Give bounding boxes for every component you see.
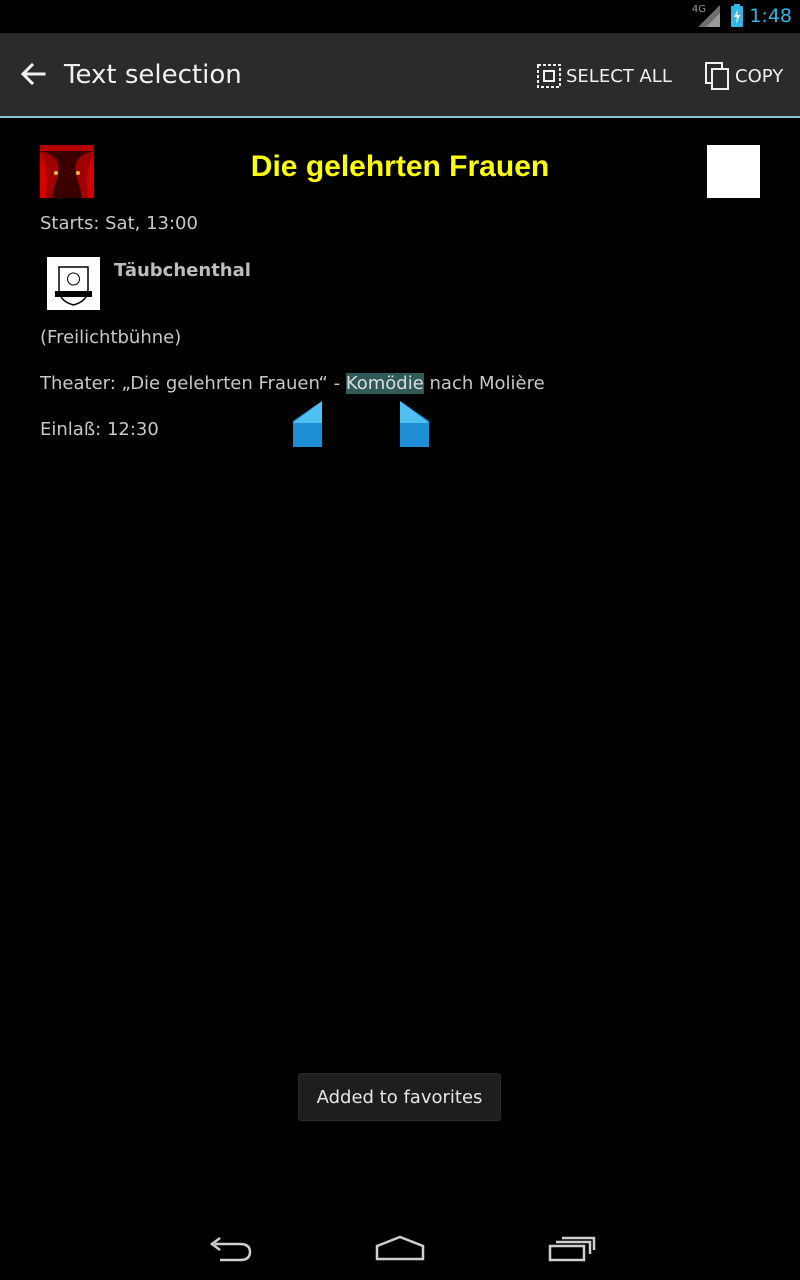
navigation-bar xyxy=(0,1220,800,1280)
copy-icon xyxy=(705,62,729,90)
status-clock: 1:48 xyxy=(749,5,792,27)
admission-time: Einlaß: 12:30 xyxy=(40,419,159,440)
copy-button[interactable]: COPY xyxy=(705,61,783,91)
event-description[interactable]: Theater: „Die gelehrten Frauen“ - Komödi… xyxy=(40,373,545,394)
select-all-label: SELECT ALL xyxy=(566,65,672,87)
select-all-button[interactable]: SELECT ALL xyxy=(536,61,672,91)
signal-icon xyxy=(698,5,720,27)
selection-handle-left[interactable] xyxy=(293,401,322,447)
event-start-time: Starts: Sat, 13:00 xyxy=(40,213,198,234)
venue-name: Täubchenthal xyxy=(114,260,251,281)
battery-icon xyxy=(731,6,743,27)
back-arrow-icon[interactable] xyxy=(14,55,52,93)
venue-subtitle: (Freilichtbühne) xyxy=(40,327,182,348)
select-all-icon xyxy=(537,64,561,88)
toast-message: Added to favorites xyxy=(299,1074,500,1120)
description-text: Theater: „Die gelehrten Frauen“ - xyxy=(40,373,346,394)
action-bar-divider xyxy=(0,116,800,118)
home-icon[interactable] xyxy=(370,1228,430,1268)
back-icon[interactable] xyxy=(200,1228,260,1268)
copy-label: COPY xyxy=(735,65,784,87)
venue-logo xyxy=(47,257,100,310)
description-text-end: nach Molière xyxy=(423,373,545,394)
event-image-placeholder[interactable] xyxy=(707,145,760,198)
action-mode-title: Text selection xyxy=(64,60,242,90)
recent-apps-icon[interactable] xyxy=(542,1228,602,1268)
selection-handle-right[interactable] xyxy=(400,401,429,447)
status-bar: 4G 1:48 xyxy=(0,0,800,33)
event-title: Die gelehrten Frauen xyxy=(250,150,550,183)
selected-text[interactable]: Komödie xyxy=(345,373,424,394)
action-mode-bar: Text selection SELECT ALL COPY xyxy=(0,33,800,118)
